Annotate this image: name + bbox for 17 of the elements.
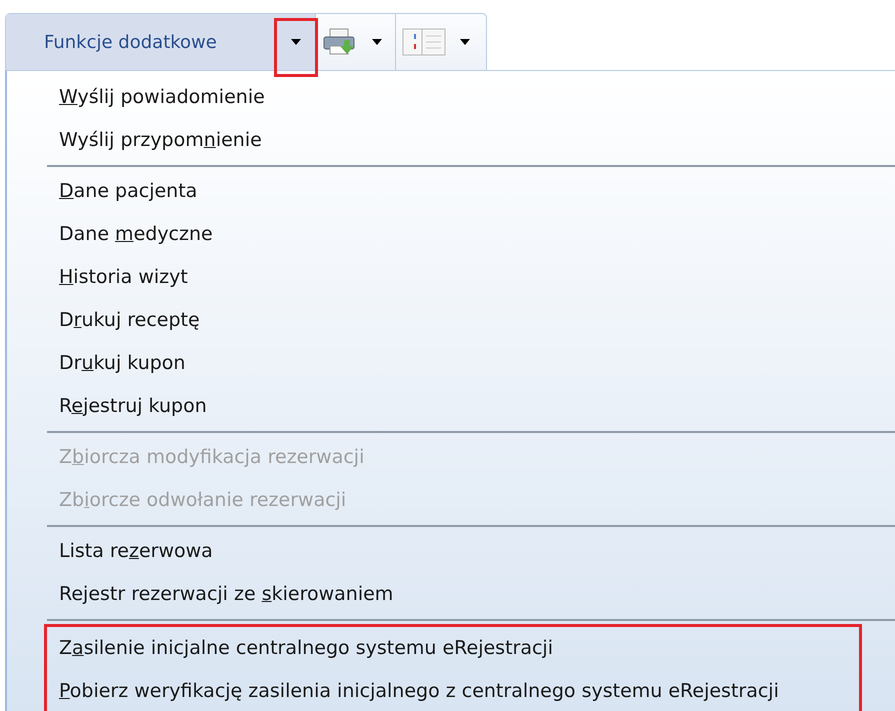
caret-icon [291,39,301,45]
menu-item[interactable]: Wyślij powiadomienie [7,76,895,119]
columns-icon [402,28,446,56]
menu-item[interactable]: Lista rezerwowa [7,530,895,573]
caret-icon [372,39,382,45]
menu-item[interactable]: Historia wizyt [7,256,895,299]
menu-item[interactable]: Rejestruj kupon [7,385,895,428]
menu-item[interactable]: Wyślij przypomnienie [7,119,895,162]
menu-item[interactable]: Zasilenie inicjalne centralnego systemu eRejestracji [47,627,859,670]
menu-item[interactable]: Rejestr rezerwacji ze skierowaniem [7,573,895,616]
menu-item[interactable]: Drukuj kupon [7,342,895,385]
menu-item[interactable]: Drukuj receptę [7,299,895,342]
menu-item[interactable]: Dane pacjenta [7,170,895,213]
menu-item[interactable]: Dane medyczne [7,213,895,256]
menu-item[interactable]: Pobierz weryfikację zasilenia inicjalnego z centralnego systemu eRejestracji [47,670,859,711]
caret-icon [460,39,470,45]
functions-button[interactable]: Funkcje dodatkowe [6,14,316,70]
